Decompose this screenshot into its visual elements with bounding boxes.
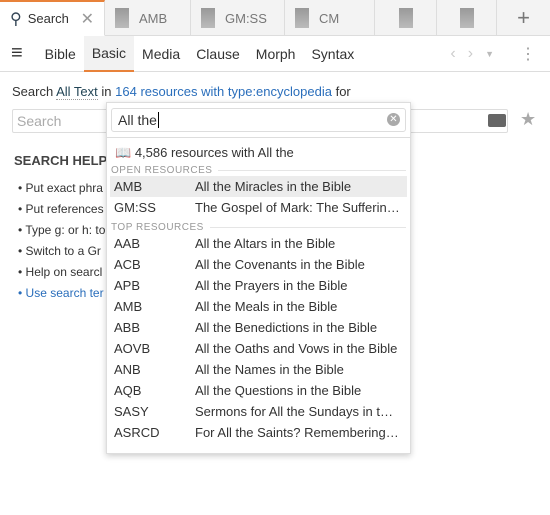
search-icon: ⚲ bbox=[10, 10, 22, 28]
menu-icon[interactable]: ≡ bbox=[0, 42, 37, 65]
resource-item[interactable]: AOVB All the Oaths and Vows in the Bible bbox=[110, 338, 407, 359]
tab-morph[interactable]: Morph bbox=[248, 36, 304, 72]
resource-abbrev: ANB bbox=[114, 362, 141, 377]
resource-item[interactable]: AQB All the Questions in the Bible bbox=[110, 380, 407, 401]
search-helps-title: SEARCH HELPS bbox=[14, 153, 116, 168]
resource-title: For All the Saints? Remembering… bbox=[195, 425, 399, 440]
resource-item[interactable]: ACB All the Covenants in the Bible bbox=[110, 254, 407, 275]
resource-item[interactable]: ANB All the Names in the Bible bbox=[110, 359, 407, 380]
resource-abbrev: AAB bbox=[114, 236, 141, 251]
resource-item[interactable]: ABB All the Benedictions in the Bible bbox=[110, 317, 407, 338]
resource-abbrev: AMB bbox=[114, 179, 143, 194]
book-cover-icon bbox=[459, 8, 474, 28]
resource-title: All the Benedictions in the Bible bbox=[195, 320, 378, 335]
tab-syntax[interactable]: Syntax bbox=[303, 36, 362, 72]
resource-title: All the Names in the Bible bbox=[195, 362, 344, 377]
resource-abbrev: ACB bbox=[114, 257, 141, 272]
resource-item[interactable]: AMB All the Meals in the Bible bbox=[110, 296, 407, 317]
resource-filter-input[interactable]: All the ✕ bbox=[111, 108, 406, 132]
book-cover-icon bbox=[201, 8, 215, 28]
tab-media[interactable]: Media bbox=[134, 36, 188, 72]
search-scope-line: Search All Text in 164 resources with ty… bbox=[12, 84, 351, 100]
scope-link[interactable]: All Text bbox=[56, 84, 98, 100]
resource-title: All the Meals in the Bible bbox=[195, 299, 338, 314]
resource-title: All the Oaths and Vows in the Bible bbox=[195, 341, 398, 356]
back-icon[interactable]: ‹ bbox=[450, 45, 455, 63]
tab-book[interactable] bbox=[375, 0, 437, 36]
resource-item[interactable]: ASRCD For All the Saints? Remembering… bbox=[110, 422, 407, 443]
resource-title: All the Questions in the Bible bbox=[195, 383, 362, 398]
top-resources-header: TOP RESOURCES bbox=[107, 218, 410, 233]
more-icon[interactable]: ⋮ bbox=[520, 44, 536, 64]
tab-search[interactable]: ⚲ Search ✕ bbox=[0, 0, 105, 36]
add-tab-button[interactable]: + bbox=[497, 0, 550, 36]
chevron-down-icon[interactable]: ▼ bbox=[485, 49, 494, 59]
book-cover-icon bbox=[115, 8, 129, 28]
book-cover-icon bbox=[398, 8, 413, 28]
resource-dropdown: All the ✕ 📖 4,586 resources with All the … bbox=[106, 102, 411, 454]
tab-book[interactable] bbox=[437, 0, 497, 36]
resource-title: All the Prayers in the Bible bbox=[195, 278, 348, 293]
result-count[interactable]: 📖 4,586 resources with All the bbox=[107, 137, 410, 163]
resource-title: All the Miracles in the Bible bbox=[195, 179, 352, 194]
tab-bible[interactable]: Bible bbox=[37, 36, 84, 72]
clear-icon[interactable]: ✕ bbox=[387, 113, 400, 126]
resource-abbrev: ASRCD bbox=[114, 425, 160, 440]
tab-bar: ⚲ Search ✕ AMB GM:SS CM + bbox=[0, 0, 550, 36]
tab-cm[interactable]: CM bbox=[285, 0, 375, 36]
tab-amb[interactable]: AMB bbox=[105, 0, 191, 36]
resource-abbrev: SASY bbox=[114, 404, 149, 419]
open-resources-header: OPEN RESOURCES bbox=[107, 163, 410, 176]
resource-title: All the Altars in the Bible bbox=[195, 236, 336, 251]
forward-icon[interactable]: › bbox=[468, 45, 473, 63]
star-icon[interactable]: ★ bbox=[520, 109, 536, 130]
resources-link[interactable]: 164 resources with type:encyclopedia bbox=[115, 84, 332, 99]
resource-item[interactable]: SASY Sermons for All the Sundays in t… bbox=[110, 401, 407, 422]
resource-title: The Gospel of Mark: The Sufferin… bbox=[195, 200, 400, 215]
tab-clause[interactable]: Clause bbox=[188, 36, 248, 72]
resource-abbrev: ABB bbox=[114, 320, 141, 335]
resource-title: All the Covenants in the Bible bbox=[195, 257, 365, 272]
resource-abbrev: GM:SS bbox=[114, 200, 156, 215]
book-icon: 📖 bbox=[115, 145, 132, 160]
resource-item[interactable]: APB All the Prayers in the Bible bbox=[110, 275, 407, 296]
keyboard-icon[interactable] bbox=[488, 114, 506, 127]
resource-item[interactable]: AMB All the Miracles in the Bible bbox=[110, 176, 407, 197]
close-icon[interactable]: ✕ bbox=[81, 9, 94, 29]
search-type-toolbar: ≡ Bible Basic Media Clause Morph Syntax … bbox=[0, 35, 550, 72]
resource-abbrev: APB bbox=[114, 278, 141, 293]
book-cover-icon bbox=[295, 8, 309, 28]
resource-abbrev: AQB bbox=[114, 383, 142, 398]
tab-gmss[interactable]: GM:SS bbox=[191, 0, 285, 36]
resource-title: Sermons for All the Sundays in t… bbox=[195, 404, 393, 419]
resource-abbrev: AOVB bbox=[114, 341, 151, 356]
resource-item[interactable]: GM:SS The Gospel of Mark: The Sufferin… bbox=[110, 197, 407, 218]
resource-item[interactable]: AAB All the Altars in the Bible bbox=[110, 233, 407, 254]
resource-abbrev: AMB bbox=[114, 299, 143, 314]
tab-basic[interactable]: Basic bbox=[83, 35, 135, 72]
